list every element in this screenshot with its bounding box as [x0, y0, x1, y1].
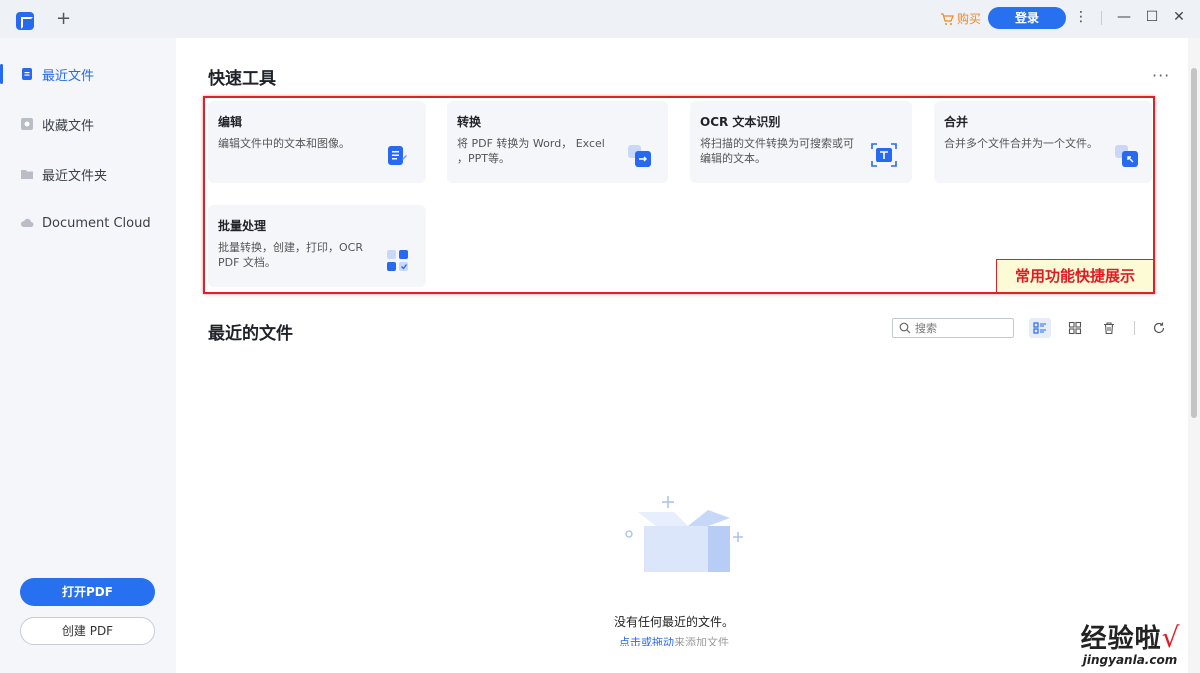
cloud-icon — [20, 218, 34, 227]
buy-button[interactable]: 购买 — [940, 10, 981, 27]
folder-icon — [21, 170, 33, 179]
recent-file-icon — [22, 68, 32, 80]
cart-icon — [941, 12, 954, 25]
refresh-button[interactable] — [1148, 318, 1170, 338]
active-indicator — [0, 64, 3, 84]
scrollbar-thumb[interactable] — [1191, 68, 1197, 418]
minimize-button[interactable]: — — [1115, 8, 1133, 26]
create-pdf-button[interactable]: 创建 PDF — [20, 617, 155, 645]
grid-view-icon — [1068, 321, 1082, 335]
add-file-link[interactable]: 点击或拖动 — [619, 636, 674, 646]
divider — [1134, 321, 1135, 335]
sidebar-item-label: 最近文件 — [42, 68, 95, 84]
empty-box-icon — [625, 496, 743, 572]
empty-state-hint-text: 来添加文件 — [674, 636, 729, 646]
empty-state-text: 没有任何最近的文件。 — [613, 615, 734, 629]
search-icon — [899, 322, 911, 334]
annotation-label: 常用功能快捷展示 — [996, 259, 1154, 293]
login-button[interactable]: 登录 — [988, 7, 1066, 29]
refresh-icon — [1153, 322, 1165, 334]
title-bar: + 购买 登录 ⋮ — ☐ ✕ — [0, 0, 1200, 38]
trash-button[interactable] — [1098, 318, 1120, 338]
more-menu-icon[interactable]: ⋮ — [1072, 8, 1090, 26]
close-button[interactable]: ✕ — [1170, 8, 1188, 26]
more-options-icon[interactable]: ··· — [1152, 66, 1170, 85]
divider — [1101, 11, 1102, 25]
sidebar-item-document-cloud[interactable]: Document Cloud — [0, 205, 176, 241]
app-logo-icon — [16, 12, 34, 30]
sidebar-item-recent-files[interactable]: 最近文件 — [0, 56, 176, 92]
empty-state-hint: 点击或拖动来添加文件 — [560, 634, 788, 646]
sidebar-item-recent-folders[interactable]: 最近文件夹 — [0, 156, 176, 192]
grid-view-button[interactable] — [1064, 318, 1086, 338]
watermark-url: jingyanla.com — [1082, 653, 1178, 667]
star-icon — [21, 118, 33, 130]
sidebar-item-label: 最近文件夹 — [42, 168, 108, 184]
open-pdf-button[interactable]: 打开PDF — [20, 578, 155, 606]
search-input[interactable] — [915, 321, 1005, 335]
maximize-button[interactable]: ☐ — [1143, 8, 1161, 26]
sidebar-item-favorites[interactable]: 收藏文件 — [0, 106, 176, 142]
sidebar-item-label: 收藏文件 — [42, 118, 95, 134]
sidebar-item-label: Document Cloud — [42, 215, 151, 231]
list-view-icon — [1033, 322, 1046, 334]
scrollbar[interactable] — [1188, 38, 1200, 673]
quick-tools-title: 快速工具 — [208, 69, 276, 89]
recent-files-title: 最近的文件 — [208, 324, 293, 344]
buy-label: 购买 — [957, 12, 982, 26]
list-view-button[interactable] — [1029, 318, 1051, 338]
watermark-check-icon: √ — [1161, 621, 1180, 654]
search-box[interactable] — [892, 318, 1014, 338]
watermark-cn: 经验啦 — [1080, 624, 1162, 654]
trash-icon — [1104, 322, 1114, 335]
new-tab-button[interactable]: + — [56, 9, 71, 29]
watermark: 经验啦√ jingyanla.com — [1070, 618, 1190, 667]
